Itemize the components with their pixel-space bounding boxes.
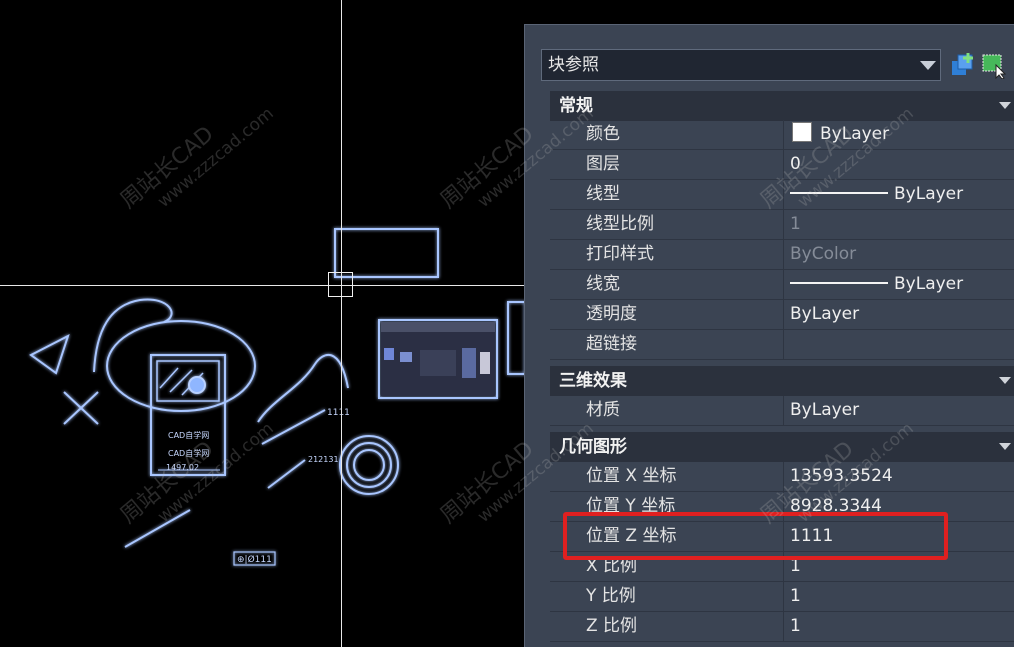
prop-value: 1 — [790, 214, 801, 234]
tolerance-text: ⊕|Ø111 — [237, 554, 272, 565]
prop-name: 打印样式 — [550, 240, 784, 269]
section-3d-effects[interactable]: 三维效果 — [550, 366, 1014, 396]
collapse-chevron-icon[interactable] — [999, 443, 1011, 450]
prop-name: X 比例 — [550, 552, 784, 581]
prop-row-position-y[interactable]: 位置 Y 坐标 8928.3344 — [550, 492, 1014, 522]
object-type-value: 块参照 — [548, 55, 599, 75]
prop-name: 图层 — [550, 150, 784, 179]
prop-row-plot-style[interactable]: 打印样式 ByColor — [550, 240, 1014, 270]
prop-row-scale-x[interactable]: X 比例 1 — [550, 552, 1014, 582]
chevron-down-icon[interactable] — [920, 61, 936, 70]
collapse-chevron-icon[interactable] — [999, 102, 1011, 109]
prop-name: 位置 X 坐标 — [550, 462, 784, 491]
prop-value: ByLayer — [790, 304, 860, 324]
prop-name: 材质 — [550, 396, 784, 425]
section-3d-title: 三维效果 — [559, 371, 627, 391]
prop-value: ByLayer — [790, 400, 860, 420]
section-geometry-title: 几何图形 — [559, 437, 627, 457]
prop-name: 位置 Z 坐标 — [550, 522, 784, 551]
rectangle-shape[interactable] — [334, 228, 439, 278]
select-objects-icon[interactable] — [980, 51, 1006, 79]
cad-label-2: CAD自学网 — [168, 448, 209, 458]
cursor-pickbox — [328, 272, 353, 297]
triangle-shape[interactable] — [29, 334, 70, 375]
prop-value: ByLayer — [894, 184, 964, 204]
dim-line-212131[interactable] — [267, 459, 306, 489]
crosshair-horizontal — [0, 285, 525, 286]
prop-row-hyperlink[interactable]: 超链接 — [550, 330, 1014, 360]
dim-line-1111[interactable] — [261, 409, 326, 445]
cad-label-1: CAD自学网 — [168, 430, 209, 440]
prop-value: 1111 — [790, 526, 834, 546]
prop-value: 1 — [790, 586, 801, 606]
prop-name: 线型比例 — [550, 210, 784, 239]
prop-name: 线宽 — [550, 270, 784, 299]
prop-row-layer[interactable]: 图层 0 — [550, 150, 1014, 180]
color-swatch-icon — [792, 122, 812, 142]
collapse-chevron-icon[interactable] — [999, 377, 1011, 384]
prop-name: Z 比例 — [550, 612, 784, 641]
object-type-dropdown[interactable]: 块参照 — [541, 49, 941, 81]
image-block-edge[interactable] — [507, 301, 526, 375]
prop-row-position-z[interactable]: 位置 Z 坐标 1111 — [550, 522, 1014, 552]
prop-row-position-x[interactable]: 位置 X 坐标 13593.3524 — [550, 462, 1014, 492]
prop-value: 1 — [790, 556, 801, 576]
prop-name: Y 比例 — [550, 582, 784, 611]
section-general[interactable]: 常规 — [550, 91, 1014, 121]
prop-row-lineweight[interactable]: 线宽 ByLayer — [550, 270, 1014, 300]
ellipse-shape[interactable] — [106, 320, 256, 412]
spiral-shape[interactable] — [339, 435, 399, 495]
prop-row-scale-z[interactable]: Z 比例 1 — [550, 612, 1014, 642]
prop-row-material[interactable]: 材质 ByLayer — [550, 396, 1014, 426]
prop-row-linetype-scale[interactable]: 线型比例 1 — [550, 210, 1014, 240]
prop-name: 超链接 — [550, 330, 784, 359]
properties-palette: 块参照 常规 颜色 ByLayer 图层 0 线型 ByLayer 线型比例 1… — [524, 24, 1014, 647]
lineweight-sample-icon — [790, 282, 888, 284]
prop-row-scale-y[interactable]: Y 比例 1 — [550, 582, 1014, 612]
prop-value: ByLayer — [820, 124, 890, 144]
quick-select-icon[interactable] — [950, 51, 976, 79]
prop-value: 0 — [790, 154, 801, 174]
prop-value: ByColor — [790, 244, 857, 264]
section-geometry[interactable]: 几何图形 — [550, 432, 1014, 462]
prop-name: 位置 Y 坐标 — [550, 492, 784, 521]
prop-value: ByLayer — [894, 274, 964, 294]
dim-text-1497: 1497.02 — [166, 463, 199, 472]
crosshair-vertical — [341, 0, 342, 647]
prop-row-color[interactable]: 颜色 ByLayer — [550, 120, 1014, 150]
prop-value: 1 — [790, 616, 801, 636]
prop-row-transparency[interactable]: 透明度 ByLayer — [550, 300, 1014, 330]
prop-value: 8928.3344 — [790, 496, 882, 516]
x-mark-shape[interactable] — [63, 391, 99, 425]
prop-name: 透明度 — [550, 300, 784, 329]
dim-text-1111: 1111 — [327, 408, 350, 418]
prop-value — [785, 330, 1014, 359]
dim-text-212131: 212131 — [308, 455, 339, 464]
prop-name: 颜色 — [550, 120, 784, 149]
prop-value: 13593.3524 — [790, 466, 893, 486]
prop-name: 线型 — [550, 180, 784, 209]
section-general-title: 常规 — [559, 96, 593, 116]
linetype-sample-icon — [790, 192, 888, 194]
prop-row-linetype[interactable]: 线型 ByLayer — [550, 180, 1014, 210]
slash-line[interactable] — [124, 509, 191, 548]
